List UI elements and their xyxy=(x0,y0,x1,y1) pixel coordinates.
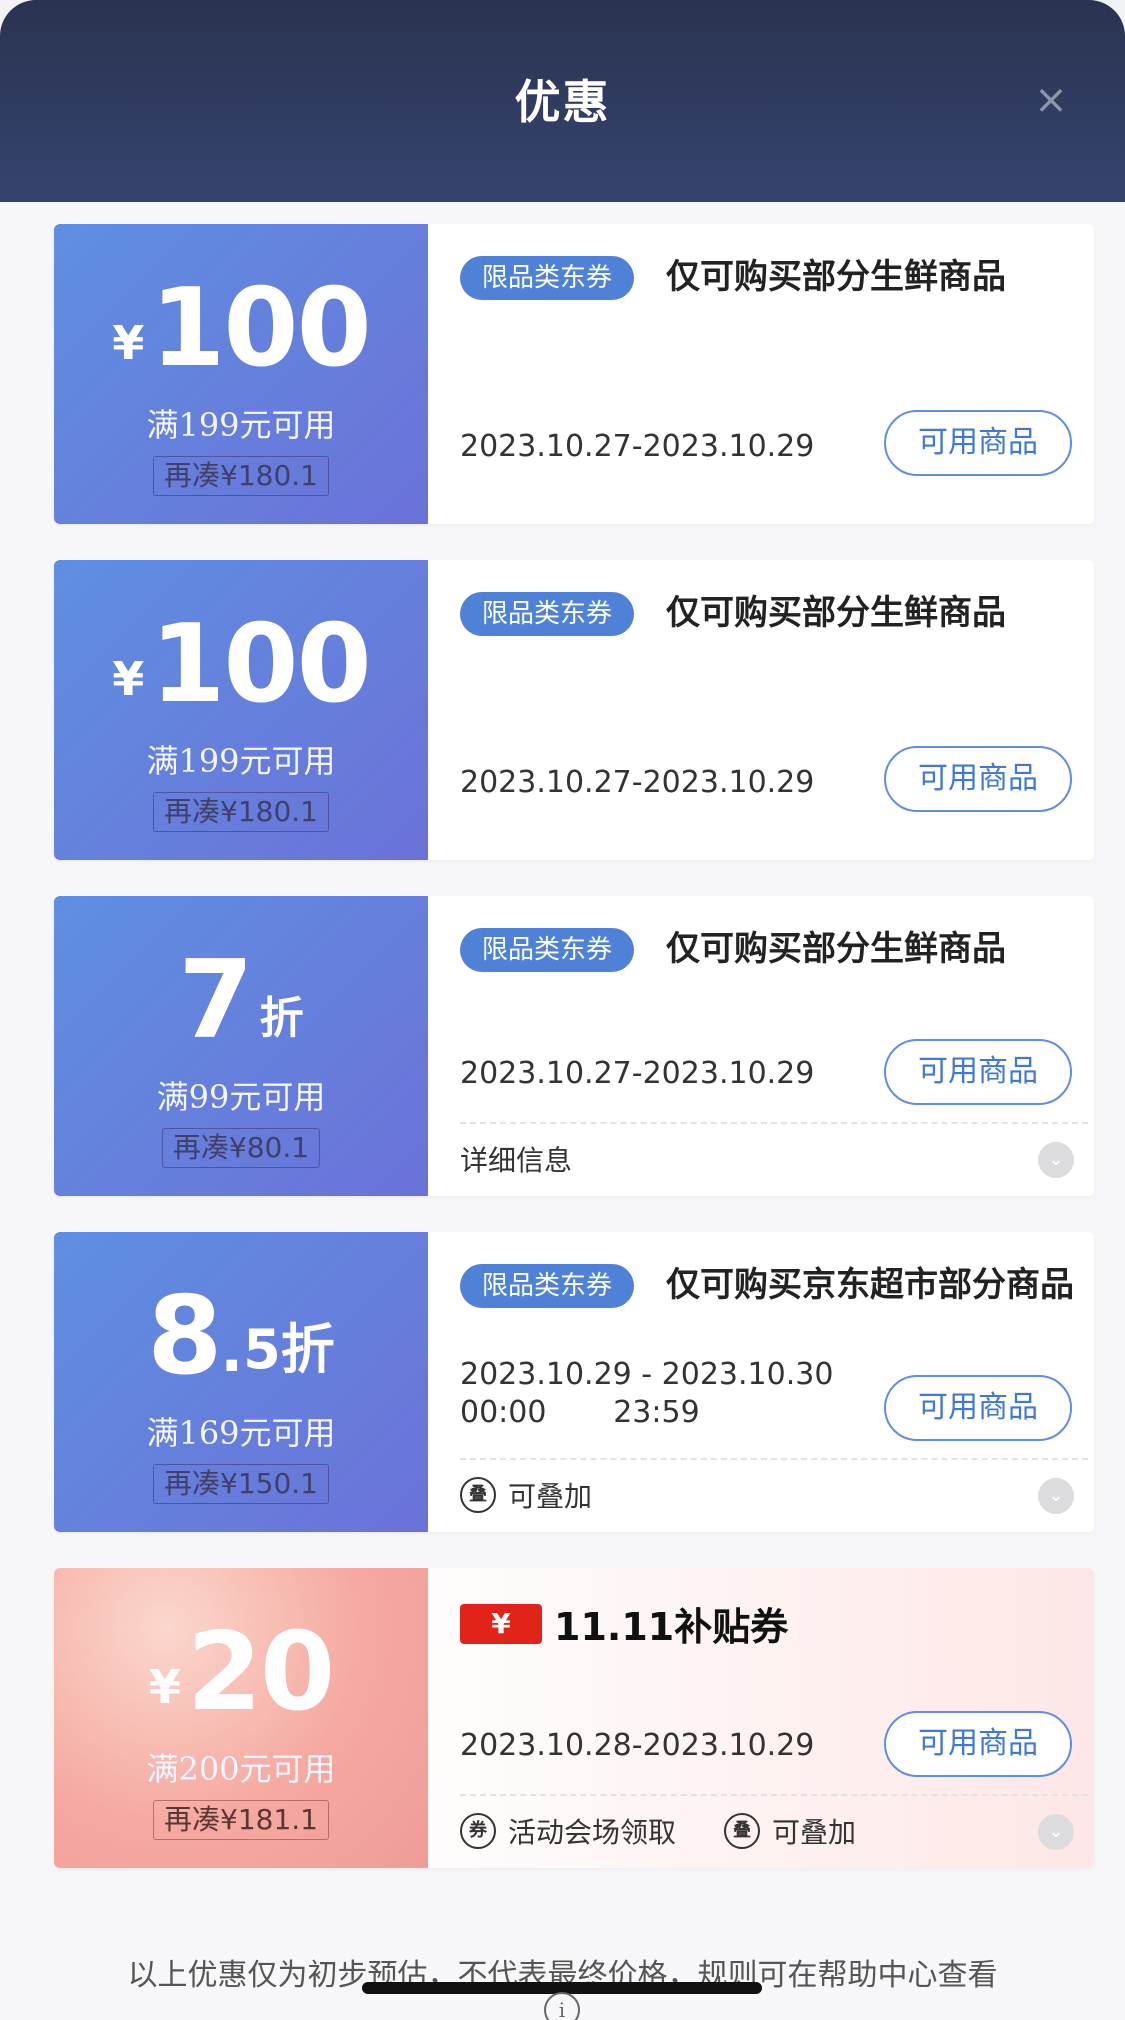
coupon-value-panel: ¥ 20 满200元可用 再凑¥181.1 xyxy=(54,1568,428,1868)
chevron-down-icon[interactable]: ⌄ xyxy=(1038,1478,1074,1514)
need-more-badge: 再凑¥80.1 xyxy=(161,1128,321,1168)
need-more-badge: 再凑¥180.1 xyxy=(153,456,329,496)
need-more-badge: 再凑¥150.1 xyxy=(153,1464,329,1504)
amount-value: 100 xyxy=(150,602,371,727)
venue-row[interactable]: 券 活动会场领取 叠 可叠加 ⌄ xyxy=(460,1806,1084,1856)
coupon-value-panel: ¥ 100 满199元可用 再凑¥180.1 xyxy=(54,560,428,860)
validity-time-line: 00:00 23:59 xyxy=(460,1395,700,1430)
amount-value: 8 xyxy=(147,1274,222,1399)
category-tag: 限品类东券 xyxy=(460,592,635,636)
coupon-detail-panel: 限品类东券 仅可购买部分生鲜商品 2023.10.27-2023.10.29 可… xyxy=(428,560,1094,860)
subsidy-badge-row: ¥ 11.11补贴券 xyxy=(460,1596,788,1651)
page-title: 优惠 xyxy=(514,75,611,129)
stack-label: 可叠加 xyxy=(508,1480,593,1513)
available-products-button[interactable]: 可用商品 xyxy=(884,410,1072,476)
yen-symbol: ¥ xyxy=(112,652,145,706)
coupon-list[interactable]: ¥ 100 满199元可用 再凑¥180.1 限品类东券 仅可购买部分生鲜商品 … xyxy=(0,202,1125,2020)
coupon-card[interactable]: ¥ 100 满199元可用 再凑¥180.1 限品类东券 仅可购买部分生鲜商品 … xyxy=(54,560,1094,860)
yen-symbol: ¥ xyxy=(112,316,145,370)
coupon-card[interactable]: 8 . 5折 满169元可用 再凑¥150.1 限品类东券 仅可购买京东超市部分… xyxy=(54,1232,1094,1532)
coupon-amount: ¥ 100 xyxy=(54,610,428,720)
ticket-icon: 券 xyxy=(460,1813,496,1849)
yen-symbol: ¥ xyxy=(148,1660,181,1714)
validity-date: 2023.10.27-2023.10.29 xyxy=(460,1056,815,1091)
validity-date: 2023.10.27-2023.10.29 xyxy=(460,429,815,464)
stack-label: 可叠加 xyxy=(772,1816,857,1849)
coupon-amount: ¥ 20 xyxy=(54,1618,428,1728)
validity-date: 2023.10.29 - 2023.10.30 00:00 23:59 xyxy=(460,1356,833,1432)
coupon-title: 仅可购买部分生鲜商品 xyxy=(666,929,1006,969)
coupon-amount: 7 折 xyxy=(54,946,428,1056)
subsidy-title: 11.11补贴券 xyxy=(554,1605,789,1649)
dashed-divider xyxy=(460,1122,1088,1124)
venue-label[interactable]: 活动会场领取 xyxy=(508,1811,676,1851)
coupon-value-panel: 7 折 满99元可用 再凑¥80.1 xyxy=(54,896,428,1196)
coupon-value-panel: 8 . 5折 满169元可用 再凑¥150.1 xyxy=(54,1232,428,1532)
coupon-detail-panel: ¥ 11.11补贴券 2023.10.28-2023.10.29 可用商品 券 … xyxy=(428,1568,1094,1868)
coupon-title: 仅可购买部分生鲜商品 xyxy=(666,593,1006,633)
chevron-down-icon[interactable]: ⌄ xyxy=(1038,1814,1074,1850)
coupon-card[interactable]: ¥ 20 满200元可用 再凑¥181.1 ¥ 11.11补贴券 2023.10… xyxy=(54,1568,1094,1868)
chevron-down-icon[interactable]: ⌄ xyxy=(1038,1142,1074,1178)
available-products-button[interactable]: 可用商品 xyxy=(884,1039,1072,1105)
coupon-title: 仅可购买部分生鲜商品 xyxy=(666,257,1006,297)
available-products-button[interactable]: 可用商品 xyxy=(884,746,1072,812)
detail-info-label: 详细信息 xyxy=(460,1144,573,1177)
coupon-card[interactable]: 7 折 满99元可用 再凑¥80.1 限品类东券 仅可购买部分生鲜商品 2023… xyxy=(54,896,1094,1196)
decimal-dot: . xyxy=(220,1316,244,1386)
coupon-detail-panel: 限品类东券 仅可购买部分生鲜商品 2023.10.27-2023.10.29 可… xyxy=(428,896,1094,1196)
coupon-card[interactable]: ¥ 100 满199元可用 再凑¥180.1 限品类东券 仅可购买部分生鲜商品 … xyxy=(54,224,1094,524)
available-products-button[interactable]: 可用商品 xyxy=(884,1711,1072,1777)
validity-date: 2023.10.28-2023.10.29 xyxy=(460,1728,815,1763)
discount-fraction: 5折 xyxy=(243,1318,335,1381)
amount-value: 7 xyxy=(178,938,253,1063)
amount-value: 20 xyxy=(186,1610,335,1735)
coupon-amount: ¥ 100 xyxy=(54,274,428,384)
stack-icon: 叠 xyxy=(460,1477,496,1513)
dashed-divider xyxy=(460,1458,1088,1460)
coupon-title: 仅可购买京东超市部分商品 xyxy=(666,1265,1074,1305)
close-icon[interactable]: × xyxy=(1029,78,1073,122)
available-products-button[interactable]: 可用商品 xyxy=(884,1375,1072,1441)
category-tag: 限品类东券 xyxy=(460,256,635,300)
info-icon[interactable]: i xyxy=(544,1992,580,2020)
threshold-text: 满199元可用 xyxy=(146,406,336,444)
coupon-amount: 8 . 5折 xyxy=(54,1282,428,1392)
validity-date-line: 2023.10.29 - 2023.10.30 xyxy=(460,1357,834,1392)
category-tag: 限品类东券 xyxy=(460,928,635,972)
discount-unit: 折 xyxy=(259,993,304,1044)
stack-icon: 叠 xyxy=(724,1813,761,1849)
stack-row[interactable]: 叠 可叠加 ⌄ xyxy=(460,1470,1084,1520)
threshold-text: 满169元可用 xyxy=(146,1414,336,1452)
validity-date: 2023.10.27-2023.10.29 xyxy=(460,765,815,800)
threshold-text: 满200元可用 xyxy=(146,1750,336,1788)
threshold-text: 满199元可用 xyxy=(146,742,336,780)
sheet-header: 优惠 × xyxy=(0,0,1125,202)
dashed-divider xyxy=(460,1794,1088,1796)
amount-value: 100 xyxy=(150,266,371,391)
coupon-detail-panel: 限品类东券 仅可购买部分生鲜商品 2023.10.27-2023.10.29 可… xyxy=(428,224,1094,524)
detail-row[interactable]: 详细信息 ⌄ xyxy=(460,1134,1084,1184)
coupon-value-panel: ¥ 100 满199元可用 再凑¥180.1 xyxy=(54,224,428,524)
threshold-text: 满99元可用 xyxy=(156,1078,326,1116)
need-more-badge: 再凑¥181.1 xyxy=(153,1800,329,1840)
coupon-detail-panel: 限品类东券 仅可购买京东超市部分商品 2023.10.29 - 2023.10.… xyxy=(428,1232,1094,1532)
yen-badge-icon: ¥ xyxy=(460,1603,542,1644)
need-more-badge: 再凑¥180.1 xyxy=(153,792,329,832)
